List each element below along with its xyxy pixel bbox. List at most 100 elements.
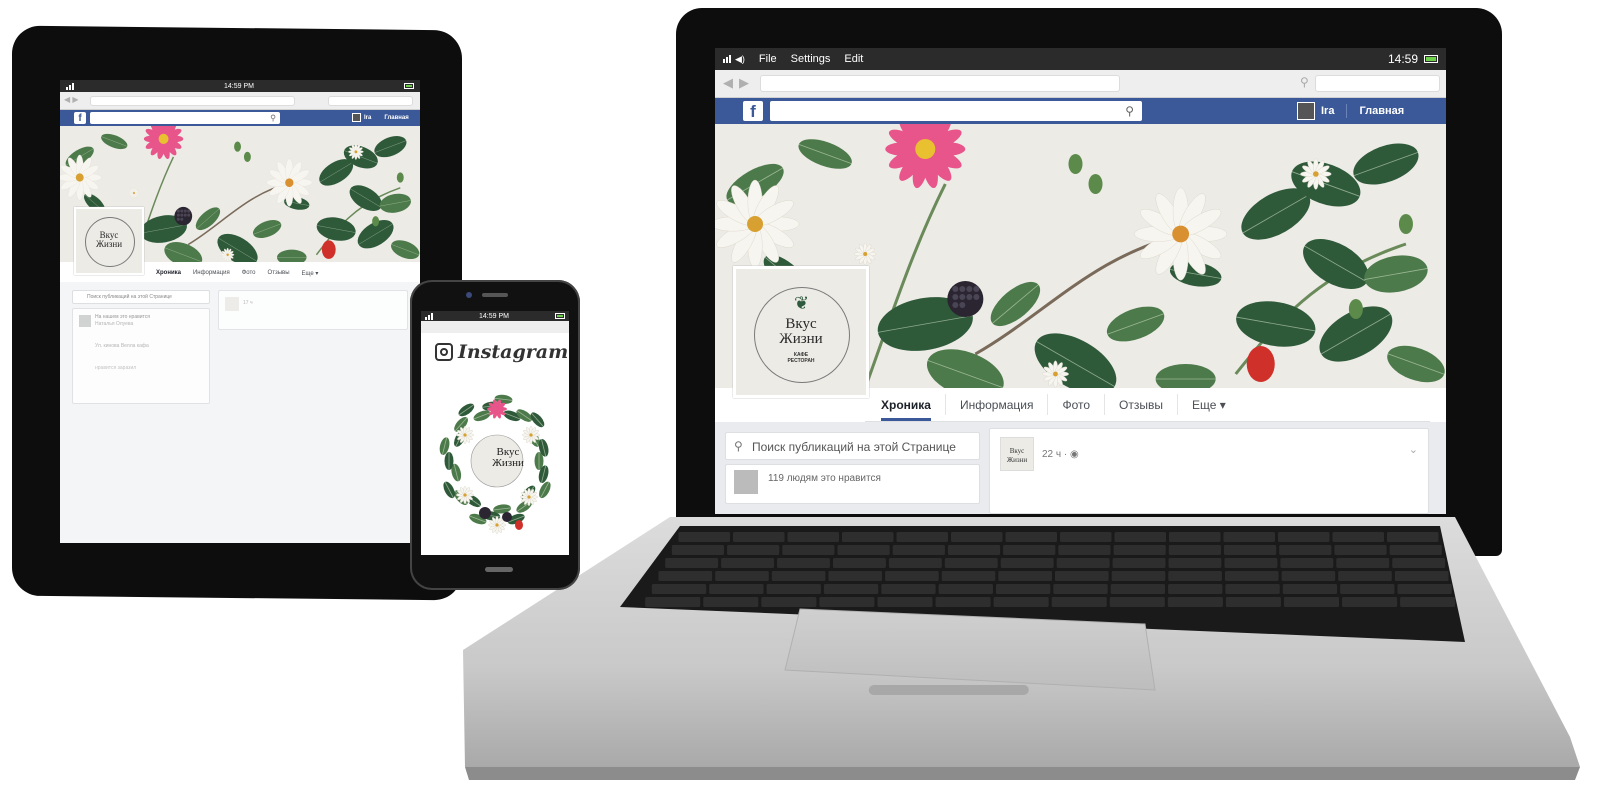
search-icon[interactable]: ⚲ — [1300, 75, 1309, 89]
keyboard-key — [1113, 545, 1166, 555]
keyboard-key — [1114, 532, 1166, 542]
keyboard-key — [787, 532, 839, 542]
facebook-logo-icon[interactable]: f — [74, 112, 86, 124]
page-search-placeholder: Поиск публикаций на этой Странице — [87, 294, 172, 300]
phone-camera — [466, 292, 472, 298]
tab-timeline[interactable]: Хроника — [156, 270, 181, 276]
keyboard-key — [721, 558, 775, 568]
page-search-placeholder: Поиск публикаций на этой Странице — [752, 440, 956, 454]
keyboard-key — [938, 584, 993, 594]
user-name[interactable]: Ira — [364, 115, 371, 121]
instagram-header — [421, 321, 569, 333]
keyboard-key — [1168, 584, 1223, 594]
tab-about[interactable]: Информация — [193, 270, 230, 276]
keyboard-key — [665, 558, 719, 568]
keyboard-key — [951, 532, 1003, 542]
keyboard-key — [715, 571, 769, 581]
keyboard-key — [935, 597, 991, 607]
page-tabs: Хроника Информация Фото Отзывы Еще ▾ — [146, 264, 408, 282]
keyboard-key — [1336, 558, 1390, 568]
chevron-down-icon[interactable]: ⌄ — [1409, 443, 1418, 456]
phone-home-button[interactable] — [485, 567, 513, 572]
battery-icon — [555, 313, 565, 319]
keyboard-key — [1168, 571, 1222, 581]
tab-timeline[interactable]: Хроника — [881, 398, 931, 421]
menu-settings[interactable]: Settings — [791, 53, 831, 65]
post-avatar: Вкус Жизни — [1000, 437, 1034, 471]
phone-speaker — [482, 293, 508, 297]
keyboard-key — [703, 597, 759, 607]
keyboard-key — [1058, 545, 1111, 555]
keyboard-key — [1056, 558, 1110, 568]
back-arrow-icon[interactable]: ◀ — [723, 75, 733, 91]
status-time: 14:59 — [1387, 52, 1418, 66]
keyboard-key — [678, 532, 730, 542]
tab-reviews[interactable]: Отзывы — [1119, 398, 1163, 412]
keyboard-key — [998, 571, 1052, 581]
browser-search-input[interactable] — [328, 96, 413, 106]
back-arrow-icon[interactable]: ◀ ▶ — [64, 95, 79, 104]
url-input[interactable] — [90, 96, 295, 106]
keyboard-key — [885, 571, 939, 581]
forward-arrow-icon[interactable]: ▶ — [739, 75, 749, 91]
keyboard-key — [881, 584, 936, 594]
likes-card: Нa нашем это нравится Наталья Олуева Ул.… — [72, 308, 210, 404]
phone-screen: 14:59 PM Instagram Вкус Жизни — [421, 311, 569, 555]
keyboard-key — [1387, 532, 1439, 542]
avatar — [734, 470, 758, 494]
keyboard-key — [777, 558, 830, 568]
avatar[interactable] — [352, 113, 361, 122]
browser-toolbar: ◀ ▶ ⚲ — [715, 70, 1446, 98]
home-link[interactable]: Главная — [384, 115, 408, 121]
keyboard-key — [1110, 584, 1166, 594]
menu-edit[interactable]: Edit — [844, 53, 863, 65]
keyboard-key — [1223, 532, 1275, 542]
search-icon[interactable]: ⚲ — [1125, 104, 1134, 118]
keyboard-key — [1169, 532, 1221, 542]
tablet-screen: 14:59 PM ◀ ▶ f ⚲ Ira Главная Вкус Жизни … — [60, 80, 420, 543]
page-search-card[interactable]: Поиск публикаций на этой Странице — [72, 290, 210, 304]
tab-more[interactable]: Еще ▾ — [1192, 398, 1226, 412]
keyboard-key — [1109, 597, 1165, 607]
menu-file[interactable]: File — [759, 53, 777, 65]
home-link[interactable]: Главная — [1359, 105, 1404, 117]
keyboard-key — [1225, 597, 1281, 607]
keyboard-key — [651, 584, 707, 594]
keyboard-key — [842, 532, 894, 542]
facebook-search-input[interactable]: ⚲ — [770, 101, 1142, 121]
tab-photos[interactable]: Фото — [242, 270, 256, 276]
avatar[interactable] — [1297, 102, 1315, 120]
tab-reviews[interactable]: Отзывы — [268, 270, 290, 276]
keyboard-key — [1223, 545, 1277, 555]
keyboard-key — [1389, 545, 1442, 555]
page-profile-picture[interactable]: ❦ Вкус Жизни КАФЕ РЕСТОРАН — [733, 266, 869, 398]
user-name[interactable]: Ira — [1321, 105, 1334, 117]
page-profile-picture[interactable]: Вкус Жизни — [74, 207, 144, 275]
tab-photos[interactable]: Фото — [1062, 398, 1090, 412]
url-input[interactable] — [760, 75, 1120, 92]
brand-line-2: Жизни — [779, 331, 823, 347]
search-icon: ⚲ — [270, 113, 276, 123]
keyboard-key — [1334, 545, 1387, 555]
facebook-logo-icon[interactable]: f — [743, 101, 763, 121]
tab-more[interactable]: Еще ▾ — [302, 270, 319, 277]
keyboard-key — [766, 584, 821, 594]
page-search-card[interactable]: ⚲ Поиск публикаций на этой Странице — [725, 432, 980, 460]
keyboard-key — [1003, 545, 1056, 555]
keyboard-key — [1051, 597, 1107, 607]
keyboard-key — [995, 584, 1051, 594]
user-menu[interactable]: Ira Главная — [1297, 102, 1404, 120]
facebook-search-input[interactable]: ⚲ — [90, 112, 280, 124]
keyboard-key — [727, 545, 780, 555]
leaf-icon: ❦ — [794, 293, 810, 313]
user-menu[interactable]: Ira Главная — [352, 113, 409, 122]
keyboard-key — [832, 558, 886, 568]
browser-search-input[interactable] — [1315, 75, 1440, 92]
tab-about[interactable]: Информация — [960, 398, 1033, 412]
search-icon: ⚲ — [734, 439, 743, 453]
keyboard-key — [896, 532, 948, 542]
keyboard-key — [1111, 571, 1166, 581]
keyboard-key — [1338, 571, 1392, 581]
keyboard-key — [1005, 532, 1057, 542]
likes-title: Нa нашем это нравится — [95, 314, 150, 320]
